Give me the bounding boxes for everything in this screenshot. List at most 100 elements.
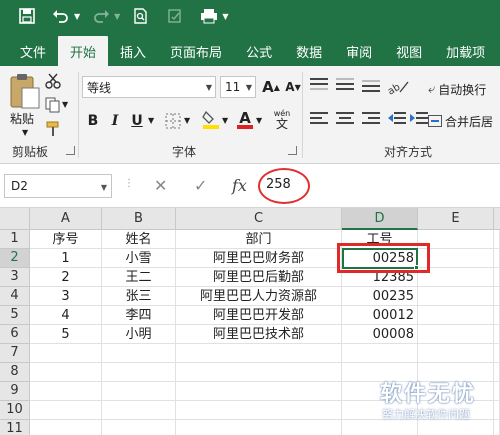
- row-header-7[interactable]: 7: [0, 344, 30, 363]
- customize-toolbar-icon[interactable]: ▼: [222, 12, 228, 21]
- cell-b3[interactable]: 王二: [102, 268, 176, 287]
- font-family-select[interactable]: 等线 ▼: [82, 76, 216, 98]
- row-header-6[interactable]: 6: [0, 325, 30, 344]
- font-color-button[interactable]: A: [234, 108, 256, 130]
- cell-a4[interactable]: 3: [30, 287, 102, 306]
- cell-a6[interactable]: 5: [30, 325, 102, 344]
- cell-d5[interactable]: 00012: [342, 306, 418, 325]
- format-painter-icon[interactable]: [44, 120, 62, 138]
- insert-function-icon[interactable]: fx: [232, 176, 247, 195]
- row-header-4[interactable]: 4: [0, 287, 30, 306]
- enter-icon[interactable]: ✓: [194, 176, 207, 195]
- grow-font-button[interactable]: A ▲: [260, 76, 282, 98]
- cell-c6[interactable]: 阿里巴巴技术部: [176, 325, 342, 344]
- column-header-c[interactable]: C: [176, 208, 342, 230]
- cell-c4[interactable]: 阿里巴巴人力资源部: [176, 287, 342, 306]
- tab-insert[interactable]: 插入: [108, 36, 158, 66]
- cell-c3[interactable]: 阿里巴巴后勤部: [176, 268, 342, 287]
- tab-file[interactable]: 文件: [8, 36, 58, 66]
- align-center-button[interactable]: [336, 112, 354, 128]
- print-preview-icon[interactable]: [128, 4, 154, 28]
- cell-a5[interactable]: 4: [30, 306, 102, 325]
- wrap-text-button[interactable]: ⤶ 自动换行: [428, 78, 500, 100]
- cut-icon[interactable]: [44, 72, 62, 90]
- copy-dropdown-icon[interactable]: ▼: [62, 100, 68, 109]
- row-header-1[interactable]: 1: [0, 230, 30, 249]
- border-icon[interactable]: [164, 112, 182, 130]
- cell-c1[interactable]: 部门: [176, 230, 342, 249]
- italic-button[interactable]: I: [104, 110, 126, 132]
- cell-b4[interactable]: 张三: [102, 287, 176, 306]
- spelling-icon[interactable]: [162, 4, 188, 28]
- cancel-icon[interactable]: ✕: [154, 176, 167, 195]
- row-header-11[interactable]: 11: [0, 420, 30, 435]
- cell-b2[interactable]: 小雪: [102, 249, 176, 268]
- clipboard-launcher-icon[interactable]: [66, 146, 75, 155]
- redo-dropdown-icon[interactable]: ▼: [114, 12, 120, 21]
- fill-color-icon[interactable]: [202, 110, 220, 129]
- increase-indent-button[interactable]: [410, 112, 428, 128]
- row-header-9[interactable]: 9: [0, 382, 30, 401]
- cell-b5[interactable]: 李四: [102, 306, 176, 325]
- undo-dropdown-icon[interactable]: ▼: [74, 12, 80, 21]
- select-all-corner[interactable]: [0, 208, 30, 230]
- redo-icon[interactable]: [88, 4, 114, 28]
- cell-e3[interactable]: [418, 268, 500, 287]
- row-header-3[interactable]: 3: [0, 268, 30, 287]
- cell-c5[interactable]: 阿里巴巴开发部: [176, 306, 342, 325]
- cell-a3[interactable]: 2: [30, 268, 102, 287]
- align-left-button[interactable]: [310, 112, 328, 128]
- merge-center-button[interactable]: 合并后居: [428, 110, 500, 132]
- orientation-button[interactable]: ab: [386, 76, 412, 98]
- font-launcher-icon[interactable]: [288, 146, 297, 155]
- tab-home[interactable]: 开始: [58, 36, 109, 66]
- cell-e1[interactable]: [418, 230, 500, 249]
- paste-button[interactable]: [8, 72, 44, 113]
- cell-d4[interactable]: 00235: [342, 287, 418, 306]
- column-header-f[interactable]: [494, 208, 500, 230]
- align-middle-button[interactable]: [336, 78, 354, 94]
- tab-view[interactable]: 视图: [384, 36, 434, 66]
- printer-icon[interactable]: [196, 4, 222, 28]
- row-header-10[interactable]: 10: [0, 401, 30, 420]
- shrink-font-button[interactable]: A ▼: [282, 76, 304, 98]
- tab-add-ins[interactable]: 加载项: [434, 36, 497, 66]
- row-header-2[interactable]: 2: [0, 249, 30, 268]
- align-top-button[interactable]: [310, 78, 328, 94]
- cell-d6[interactable]: 00008: [342, 325, 418, 344]
- border-dropdown-icon[interactable]: ▼: [184, 116, 190, 125]
- cell-e2[interactable]: [418, 249, 500, 268]
- cell-e5[interactable]: [418, 306, 500, 325]
- cell-c2[interactable]: 阿里巴巴财务部: [176, 249, 342, 268]
- decrease-indent-button[interactable]: [388, 112, 406, 128]
- tab-review[interactable]: 审阅: [334, 36, 384, 66]
- align-bottom-button[interactable]: [362, 78, 380, 94]
- tab-page-layout[interactable]: 页面布局: [158, 36, 234, 66]
- cell-b1[interactable]: 姓名: [102, 230, 176, 249]
- font-size-select[interactable]: 11 ▼: [220, 76, 256, 98]
- cell-b6[interactable]: 小明: [102, 325, 176, 344]
- row-header-5[interactable]: 5: [0, 306, 30, 325]
- tab-data[interactable]: 数据: [284, 36, 334, 66]
- column-header-b[interactable]: B: [102, 208, 176, 230]
- column-header-a[interactable]: A: [30, 208, 102, 230]
- column-header-e[interactable]: E: [418, 208, 494, 230]
- cell-e6[interactable]: [418, 325, 500, 344]
- undo-icon[interactable]: [48, 4, 74, 28]
- name-box[interactable]: D2 ▼: [4, 174, 112, 198]
- paste-dropdown-icon[interactable]: ▼: [22, 128, 28, 137]
- underline-button[interactable]: U: [126, 110, 148, 132]
- bold-button[interactable]: B: [82, 110, 104, 132]
- cell-a1[interactable]: 序号: [30, 230, 102, 249]
- save-icon[interactable]: [14, 4, 40, 28]
- align-right-button[interactable]: [362, 112, 380, 128]
- font-color-dropdown-icon[interactable]: ▼: [256, 116, 262, 125]
- underline-dropdown-icon[interactable]: ▼: [148, 116, 154, 125]
- copy-icon[interactable]: [44, 96, 62, 114]
- cell-e4[interactable]: [418, 287, 500, 306]
- column-header-d[interactable]: D: [342, 208, 418, 230]
- phonetic-guide-button[interactable]: wén 文: [270, 108, 294, 130]
- cell-a2[interactable]: 1: [30, 249, 102, 268]
- row-header-8[interactable]: 8: [0, 363, 30, 382]
- tab-formulas[interactable]: 公式: [234, 36, 284, 66]
